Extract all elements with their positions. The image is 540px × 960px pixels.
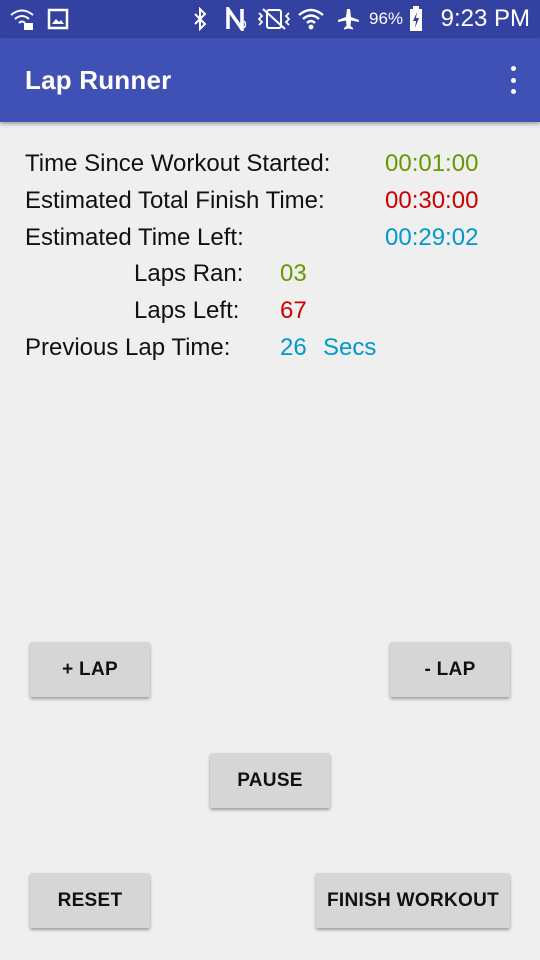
pause-button[interactable]: PAUSE xyxy=(210,753,330,808)
remove-lap-button[interactable]: - LAP xyxy=(390,642,510,697)
gallery-icon xyxy=(46,4,70,34)
bluetooth-icon xyxy=(190,4,210,34)
vibrate-icon xyxy=(256,4,292,34)
more-vert-icon[interactable] xyxy=(506,66,520,94)
time-left-label: Estimated Time Left: xyxy=(25,224,244,251)
reset-button[interactable]: RESET xyxy=(30,873,150,928)
laps-left-value: 67 xyxy=(280,297,307,324)
time-left-value: 00:29:02 xyxy=(385,224,479,251)
laps-ran-value: 03 xyxy=(280,260,307,287)
nfc-icon xyxy=(224,4,250,34)
estimated-total-label: Estimated Total Finish Time: xyxy=(25,187,325,214)
laps-left-label: Laps Left: xyxy=(134,297,240,324)
previous-lap-label: Previous Lap Time: xyxy=(25,334,231,361)
wifi-icon xyxy=(296,4,326,34)
battery-charging-icon xyxy=(406,4,426,34)
laps-ran-label: Laps Ran: xyxy=(134,260,244,287)
previous-lap-unit: Secs xyxy=(323,334,377,361)
finish-workout-button[interactable]: FINISH WORKOUT xyxy=(316,873,510,928)
add-lap-button[interactable]: + LAP xyxy=(30,642,150,697)
airplane-mode-icon xyxy=(336,4,362,34)
wifi-calling-icon xyxy=(8,4,36,34)
status-bar: 96% 9:23 PM xyxy=(0,0,540,38)
app-bar: Lap Runner xyxy=(0,38,540,122)
previous-lap-value: 26 xyxy=(280,334,307,361)
battery-percent: 96% xyxy=(369,9,404,28)
time-since-started-label: Time Since Workout Started: xyxy=(25,150,331,177)
status-clock: 9:23 PM xyxy=(440,5,530,32)
time-since-started-value: 00:01:00 xyxy=(385,150,479,177)
estimated-total-value: 00:30:00 xyxy=(385,187,479,214)
app-title: Lap Runner xyxy=(25,65,172,95)
